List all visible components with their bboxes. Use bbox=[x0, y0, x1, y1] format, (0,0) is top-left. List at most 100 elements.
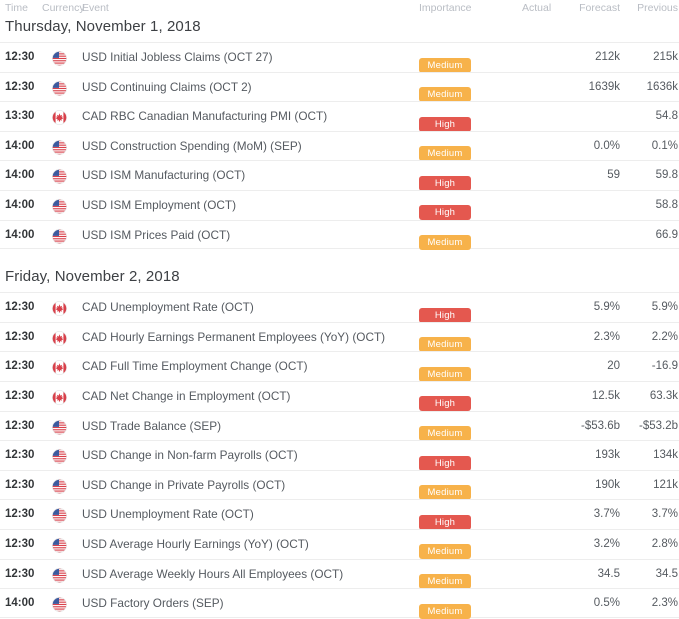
event-name[interactable]: CAD RBC Canadian Manufacturing PMI (OCT) bbox=[82, 102, 327, 132]
previous-value: 215k bbox=[653, 51, 678, 63]
column-header-forecast: Forecast bbox=[579, 2, 620, 14]
table-row[interactable]: 13:30 CAD RBC Canadian Manufacturing PMI … bbox=[0, 101, 679, 132]
importance-badge: Medium bbox=[419, 574, 471, 589]
event-name[interactable]: USD Construction Spending (MoM) (SEP) bbox=[82, 132, 302, 162]
currency-flag bbox=[52, 102, 74, 132]
event-name[interactable]: USD Continuing Claims (OCT 2) bbox=[82, 73, 252, 103]
table-row[interactable]: 12:30 USD Average Weekly Hours All Employ… bbox=[0, 558, 679, 590]
forecast-value: 34.5 bbox=[597, 567, 620, 580]
previous-value: 3.7% bbox=[651, 508, 678, 521]
event-time: 12:30 bbox=[5, 80, 35, 93]
importance-badge: High bbox=[419, 455, 471, 471]
event-time: 12:30 bbox=[5, 360, 35, 373]
us-flag-icon bbox=[52, 508, 67, 524]
forecast-value: 190k bbox=[595, 478, 620, 491]
column-header-row: Time Currency Event Importance Actual Fo… bbox=[0, 0, 679, 16]
event-name[interactable]: USD Change in Non-farm Payrolls (OCT) bbox=[82, 441, 298, 471]
table-row[interactable]: 12:30 USD Average Hourly Earnings (YoY) (… bbox=[0, 528, 679, 560]
forecast-value: 193k bbox=[595, 449, 620, 462]
forecast-value: 59 bbox=[607, 169, 620, 182]
us-flag-icon bbox=[52, 449, 67, 465]
importance-badge: Medium bbox=[419, 485, 471, 501]
previous-value: -$53.2b bbox=[638, 419, 678, 432]
importance-cell: High bbox=[419, 191, 471, 221]
forecast-value: 20 bbox=[607, 360, 620, 373]
importance-cell: Medium bbox=[419, 132, 471, 162]
importance-badge: Medium bbox=[419, 603, 471, 619]
table-row[interactable]: 14:00 USD ISM Manufacturing (OCT) High 59 59… bbox=[0, 160, 679, 191]
event-name[interactable]: USD Factory Orders (SEP) bbox=[82, 589, 224, 619]
previous-value: 58.8 bbox=[655, 198, 678, 211]
event-time: 14:00 bbox=[5, 139, 35, 152]
column-header-importance: Importance bbox=[419, 2, 472, 14]
forecast-value: 0.5% bbox=[593, 597, 620, 610]
table-row[interactable]: 12:30 USD Change in Private Payrolls (OCT… bbox=[0, 469, 679, 501]
previous-value: 1636k bbox=[646, 80, 678, 93]
currency-flag bbox=[52, 161, 74, 191]
event-name[interactable]: USD Unemployment Rate (OCT) bbox=[82, 500, 254, 530]
event-time: 12:30 bbox=[5, 537, 35, 550]
table-row[interactable]: 12:30 CAD Full Time Employment Change (OC… bbox=[0, 351, 679, 382]
us-flag-icon bbox=[52, 567, 67, 583]
event-name[interactable]: USD ISM Manufacturing (OCT) bbox=[82, 161, 245, 191]
importance-badge: High bbox=[419, 396, 471, 412]
previous-value: 54.8 bbox=[655, 110, 678, 123]
us-flag-icon bbox=[52, 228, 67, 244]
event-time: 12:30 bbox=[5, 567, 35, 580]
importance-badge: Medium bbox=[419, 337, 471, 353]
currency-flag bbox=[52, 293, 74, 323]
importance-badge: High bbox=[419, 205, 471, 221]
event-time: 13:30 bbox=[5, 110, 35, 123]
currency-flag bbox=[52, 441, 74, 471]
currency-flag bbox=[52, 221, 74, 251]
importance-badge: Medium bbox=[419, 87, 471, 103]
event-name[interactable]: USD Trade Balance (SEP) bbox=[82, 412, 221, 442]
event-name[interactable]: USD Change in Private Payrolls (OCT) bbox=[82, 471, 285, 501]
event-name[interactable]: CAD Full Time Employment Change (OCT) bbox=[82, 352, 308, 382]
event-name[interactable]: USD ISM Employment (OCT) bbox=[82, 191, 236, 221]
table-row[interactable]: 12:30 USD Initial Jobless Claims (OCT 27)… bbox=[0, 42, 679, 73]
table-row[interactable]: 14:00 USD Construction Spending (MoM) (SE… bbox=[0, 130, 679, 162]
table-row[interactable]: 14:00 USD Factory Orders (SEP) Medium 0.5% 2… bbox=[0, 588, 679, 619]
table-row[interactable]: 12:30 CAD Unemployment Rate (OCT) High 5.9%… bbox=[0, 292, 679, 323]
forecast-value: 3.7% bbox=[593, 508, 620, 521]
event-time: 12:30 bbox=[5, 478, 35, 491]
importance-cell: Medium bbox=[419, 589, 471, 619]
importance-cell: High bbox=[419, 500, 471, 530]
event-name[interactable]: CAD Hourly Earnings Permanent Employees … bbox=[82, 323, 385, 353]
currency-flag bbox=[52, 132, 74, 162]
event-name[interactable]: USD Initial Jobless Claims (OCT 27) bbox=[82, 43, 273, 73]
table-row[interactable]: 12:30 USD Continuing Claims (OCT 2) Medium… bbox=[0, 71, 679, 103]
ca-flag-icon bbox=[52, 390, 67, 405]
table-row[interactable]: 14:00 USD ISM Prices Paid (OCT) Medium 66.9 bbox=[0, 219, 679, 251]
us-flag-icon bbox=[52, 51, 67, 66]
column-header-time: Time bbox=[5, 2, 28, 14]
previous-value: -16.9 bbox=[651, 360, 678, 373]
event-name[interactable]: USD Average Weekly Hours All Employees (… bbox=[82, 560, 343, 590]
currency-flag bbox=[52, 530, 74, 560]
previous-value: 2.8% bbox=[651, 537, 678, 550]
ca-flag-icon bbox=[52, 330, 67, 346]
table-row[interactable]: 12:30 CAD Hourly Earnings Permanent Emplo… bbox=[0, 321, 679, 353]
column-header-actual: Actual bbox=[522, 2, 552, 14]
currency-flag bbox=[52, 471, 74, 501]
event-time: 14:00 bbox=[5, 597, 35, 610]
table-row[interactable]: 12:30 USD Unemployment Rate (OCT) High 3.7%… bbox=[0, 499, 679, 530]
event-name[interactable]: USD Average Hourly Earnings (YoY) (OCT) bbox=[82, 530, 309, 560]
us-flag-icon bbox=[52, 80, 67, 96]
table-row[interactable]: 12:30 USD Change in Non-farm Payrolls (OC… bbox=[0, 440, 679, 471]
event-name[interactable]: USD ISM Prices Paid (OCT) bbox=[82, 221, 230, 251]
event-time: 12:30 bbox=[5, 449, 35, 462]
previous-value: 121k bbox=[653, 478, 678, 491]
event-time: 14:00 bbox=[5, 169, 35, 182]
economic-calendar: Time Currency Event Importance Actual Fo… bbox=[0, 0, 679, 619]
column-header-previous: Previous bbox=[637, 2, 678, 14]
table-row[interactable]: 12:30 CAD Net Change in Employment (OCT) H… bbox=[0, 380, 679, 412]
event-time: 14:00 bbox=[5, 228, 35, 241]
table-row[interactable]: 12:30 USD Trade Balance (SEP) Medium -$53.6… bbox=[0, 410, 679, 442]
table-row[interactable]: 14:00 USD ISM Employment (OCT) High 58.8 bbox=[0, 189, 679, 221]
event-name[interactable]: CAD Unemployment Rate (OCT) bbox=[82, 293, 254, 323]
event-name[interactable]: CAD Net Change in Employment (OCT) bbox=[82, 382, 290, 412]
forecast-value: 2.3% bbox=[593, 330, 620, 343]
importance-badge: Medium bbox=[419, 366, 471, 382]
